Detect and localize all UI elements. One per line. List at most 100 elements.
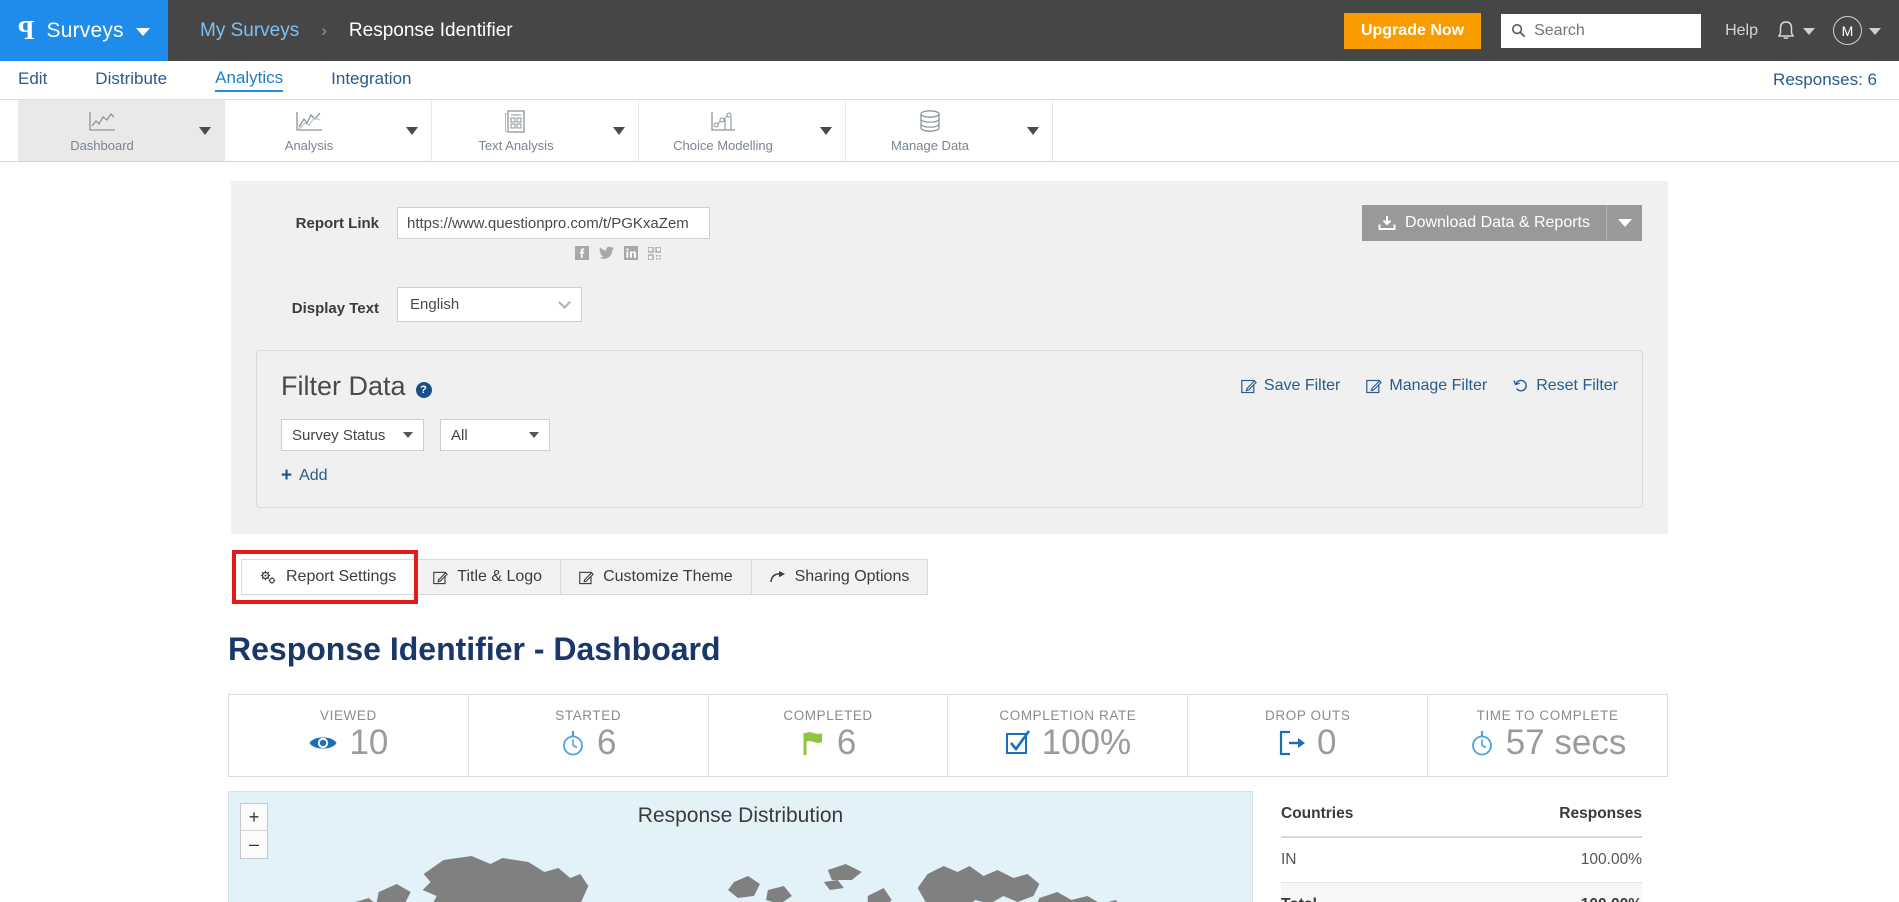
edit-pencil-icon	[1366, 379, 1383, 394]
ribbon-left-spacer	[0, 100, 18, 161]
world-map-graphic	[355, 856, 1118, 902]
avatar[interactable]: M	[1833, 16, 1862, 45]
stat-label-time-to-complete: TIME TO COMPLETE	[1476, 708, 1619, 723]
tab-customize-theme[interactable]: Customize Theme	[561, 559, 752, 595]
ribbon-group-analysis: Analysis	[225, 100, 432, 161]
search-input[interactable]	[1534, 21, 1692, 40]
ribbon-group-choice-modelling: Choice Modelling	[639, 100, 846, 161]
nav-item-analytics[interactable]: Analytics	[215, 68, 284, 92]
manage-filter-button[interactable]: Manage Filter	[1366, 377, 1487, 395]
tab-title-logo-label: Title & Logo	[457, 568, 543, 585]
ribbon-button-text-analysis[interactable]: Text Analysis	[432, 100, 600, 161]
stat-value-time-to-complete: 57 secs	[1505, 723, 1627, 762]
filter-field-value: Survey Status	[292, 426, 386, 444]
ribbon-button-dashboard[interactable]: Dashboard	[18, 100, 186, 161]
filter-data-heading: Filter Data	[281, 371, 406, 401]
stat-card-started: STARTED 6	[469, 695, 709, 776]
filter-actions: Save Filter Manage Filter Reset Filter	[1241, 377, 1618, 395]
filter-value-value: All	[451, 426, 468, 444]
filter-value-select[interactable]: All	[440, 419, 550, 451]
add-filter-button[interactable]: + Add	[281, 466, 1618, 485]
chevron-down-icon	[613, 126, 625, 135]
chevron-down-icon	[406, 126, 418, 135]
stat-card-completion-rate: COMPLETION RATE 100%	[948, 695, 1189, 776]
questionpro-logo-icon: P	[18, 15, 35, 45]
report-link-label: Report Link	[295, 215, 379, 232]
cell-responses: 100.00%	[1449, 837, 1642, 883]
ribbon-dropdown-text-analysis[interactable]	[600, 100, 638, 161]
map-title: Response Distribution	[637, 804, 844, 827]
report-settings-tabs: Report Settings Title & Logo Customize T…	[232, 550, 1899, 604]
ribbon-button-choice-modelling[interactable]: Choice Modelling	[639, 100, 807, 161]
stopwatch-icon	[563, 730, 583, 755]
chevron-down-icon	[1617, 219, 1632, 227]
ribbon-dropdown-choice-modelling[interactable]	[807, 100, 845, 161]
analysis-chart-icon	[296, 111, 322, 131]
stat-card-drop-outs: DROP OUTS 0	[1188, 695, 1429, 776]
nav-item-edit[interactable]: Edit	[18, 69, 47, 91]
linkedin-icon[interactable]	[624, 246, 638, 260]
notifications-bell[interactable]	[1776, 20, 1815, 42]
reset-filter-button[interactable]: Reset Filter	[1513, 377, 1618, 395]
ribbon-label-text-analysis: Text Analysis	[478, 137, 554, 153]
report-link-input[interactable]	[397, 207, 710, 239]
map-zoom-in-button[interactable]: +	[241, 804, 267, 831]
tab-report-settings[interactable]: Report Settings	[241, 559, 416, 595]
stat-label-completion-rate: COMPLETION RATE	[999, 708, 1137, 723]
help-question-icon[interactable]: ?	[415, 381, 432, 398]
stat-value-completed: 6	[836, 723, 857, 762]
tab-report-settings-label: Report Settings	[286, 568, 397, 585]
display-text-label: Display Text	[291, 300, 379, 317]
table-header-row: Countries Responses	[1281, 791, 1642, 838]
ribbon-group-text-analysis: Text Analysis	[432, 100, 639, 161]
ribbon-button-analysis[interactable]: Analysis	[225, 100, 393, 161]
filter-field-select[interactable]: Survey Status	[281, 419, 424, 451]
stat-value-drop-outs: 0	[1316, 723, 1337, 762]
database-icon	[920, 109, 940, 132]
download-data-reports-button[interactable]: Download Data & Reports	[1362, 205, 1606, 241]
ribbon-dropdown-manage-data[interactable]	[1014, 100, 1052, 161]
filter-select-row: Survey Status All	[281, 419, 1618, 451]
download-dropdown-button[interactable]	[1606, 205, 1642, 241]
table-total-row: Total 100.00%	[1281, 882, 1642, 902]
stat-label-started: STARTED	[555, 708, 622, 723]
ribbon-dropdown-analysis[interactable]	[393, 100, 431, 161]
tab-sharing-options[interactable]: Sharing Options	[751, 559, 929, 595]
nav-item-integration[interactable]: Integration	[331, 69, 411, 91]
breadcrumb-my-surveys[interactable]: My Surveys	[200, 20, 299, 42]
ribbon-group-dashboard: Dashboard	[18, 100, 225, 161]
display-text-select[interactable]: English	[397, 287, 582, 322]
facebook-icon[interactable]	[575, 246, 589, 260]
dashboard-stats: VIEWED 10 STARTED 6 COMPLETED 6 COMPLETI…	[228, 694, 1668, 777]
ribbon-label-manage-data: Manage Data	[890, 137, 970, 153]
stat-value-viewed: 10	[349, 723, 389, 762]
brand-surveys-menu[interactable]: P Surveys	[0, 0, 168, 61]
qrcode-icon[interactable]	[648, 246, 661, 260]
tab-customize-theme-label: Customize Theme	[603, 568, 733, 585]
help-link[interactable]: Help	[1725, 22, 1758, 40]
nav-item-distribute[interactable]: Distribute	[95, 69, 167, 91]
bell-icon	[1777, 20, 1795, 39]
brand-label: Surveys	[46, 18, 124, 42]
col-header-countries: Countries	[1281, 791, 1450, 838]
edit-pencil-icon	[579, 571, 594, 584]
tab-title-logo[interactable]: Title & Logo	[415, 559, 562, 595]
add-filter-label: Add	[299, 466, 328, 484]
ribbon-dropdown-dashboard[interactable]	[186, 100, 224, 161]
account-chevron-down-icon[interactable]	[1869, 28, 1881, 35]
chevron-down-icon	[558, 296, 571, 309]
chevron-down-icon	[1027, 126, 1039, 135]
stat-card-time-to-complete: TIME TO COMPLETE 57 secs	[1428, 695, 1667, 776]
search-box[interactable]	[1501, 13, 1702, 48]
main-nav: Edit Distribute Analytics Integration Re…	[0, 61, 1899, 100]
countries-table: Countries Responses IN 100.00% Total 100…	[1281, 791, 1642, 902]
breadcrumb-separator-icon: ›	[321, 20, 327, 40]
response-distribution-map[interactable]: Response Distribution + –	[228, 791, 1253, 902]
upgrade-now-button[interactable]: Upgrade Now	[1343, 12, 1482, 49]
filter-data-card: Filter Data ? Save Filter Manage Filter …	[256, 350, 1643, 508]
twitter-icon[interactable]	[599, 246, 614, 260]
tab-sharing-options-label: Sharing Options	[794, 568, 910, 585]
save-filter-button[interactable]: Save Filter	[1241, 377, 1340, 395]
ribbon-button-manage-data[interactable]: Manage Data	[846, 100, 1014, 161]
page-title: Response Identifier - Dashboard	[228, 631, 721, 667]
